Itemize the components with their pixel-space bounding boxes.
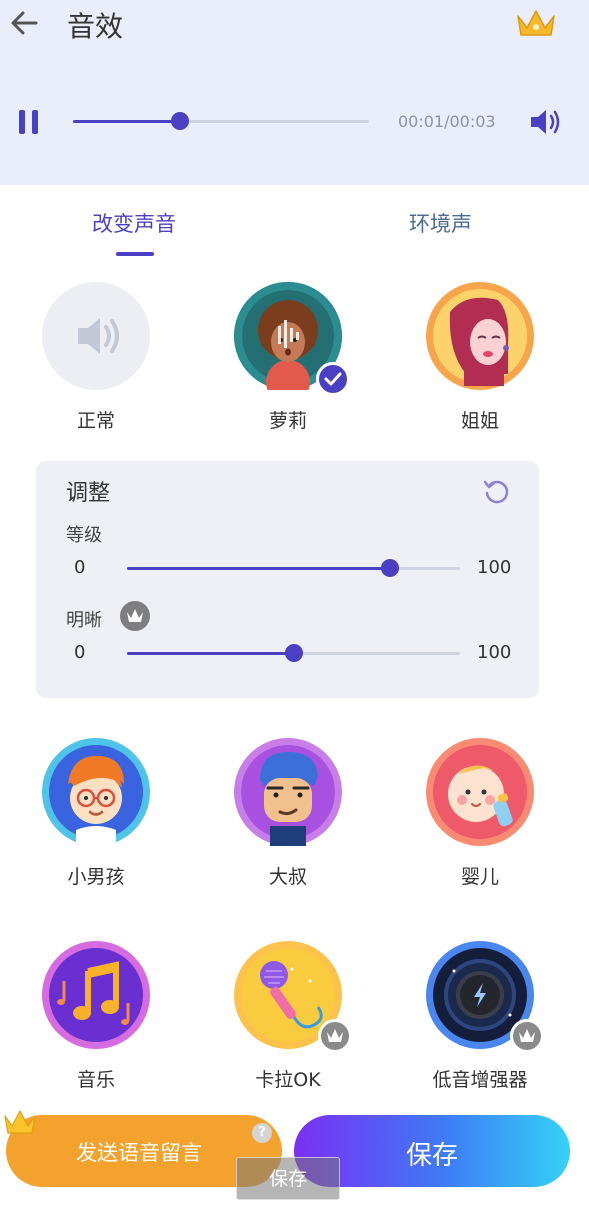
page-title: 音效 — [67, 10, 124, 43]
sister-avatar — [426, 282, 534, 390]
adjust-title: 调整 — [66, 481, 111, 506]
voice-option-normal[interactable]: 正常 — [40, 282, 152, 433]
voice-option-little-boy[interactable]: 小男孩 — [40, 738, 152, 889]
voice-option-bass-booster[interactable]: 低音增强器 — [424, 941, 544, 1092]
voice-option-loli[interactable]: 萝莉 — [232, 282, 350, 433]
playback-time: 00:01/00:03 — [398, 112, 496, 131]
speaker-icon — [42, 282, 150, 390]
music-avatar — [42, 941, 150, 1049]
premium-crown-icon — [510, 1019, 544, 1053]
volume-icon[interactable] — [528, 106, 562, 138]
bass-avatar — [426, 941, 544, 1053]
playback-thumb[interactable] — [170, 112, 189, 130]
level-slider-thumb[interactable] — [381, 559, 400, 577]
level-min: 0 — [74, 557, 86, 578]
level-slider[interactable] — [127, 559, 460, 577]
level-slider-fill — [127, 567, 391, 570]
back-arrow-icon[interactable] — [8, 6, 42, 40]
voice-option-label: 大叔 — [268, 866, 307, 888]
voice-option-label: 低音增强器 — [432, 1069, 528, 1091]
premium-crown-icon — [318, 1019, 352, 1053]
clarity-min: 0 — [74, 642, 86, 663]
premium-crown-icon — [120, 601, 150, 631]
uncle-avatar — [234, 738, 342, 846]
send-voice-message-label: 发送语音留言 — [76, 1141, 202, 1165]
save-toast: 保存 — [236, 1157, 340, 1200]
voice-option-label: 卡拉OK — [255, 1069, 321, 1091]
reset-icon[interactable] — [482, 477, 510, 505]
baby-avatar — [426, 738, 534, 846]
clarity-slider-fill — [127, 652, 294, 655]
clarity-slider-thumb[interactable] — [284, 644, 303, 662]
crown-icon — [4, 1110, 36, 1134]
adjust-panel: 调整 等级 0 100 明晰 0 100 — [36, 461, 539, 698]
active-tab-indicator — [116, 252, 154, 256]
boy-avatar — [42, 738, 150, 846]
tab-change-voice[interactable]: 改变声音 — [92, 208, 176, 238]
player-header: 音效 00:01/00:03 — [0, 0, 589, 185]
loli-avatar — [234, 282, 350, 396]
selected-check-icon — [316, 362, 350, 396]
voice-option-label: 姐姐 — [460, 410, 499, 432]
voice-option-sister[interactable]: 姐姐 — [424, 282, 536, 433]
voice-option-baby[interactable]: 婴儿 — [424, 738, 536, 889]
pause-icon[interactable] — [16, 108, 42, 136]
voice-option-label: 音乐 — [76, 1069, 115, 1091]
clarity-label: 明晰 — [66, 610, 102, 631]
karaoke-avatar — [234, 941, 352, 1053]
voice-option-label: 婴儿 — [460, 866, 499, 888]
level-max: 100 — [477, 557, 512, 578]
help-icon[interactable]: ? — [252, 1123, 272, 1143]
clarity-slider[interactable] — [127, 644, 460, 662]
voice-option-music[interactable]: 音乐 — [40, 941, 152, 1092]
playback-progress-slider[interactable] — [73, 112, 369, 130]
voice-option-label: 小男孩 — [67, 866, 125, 888]
voice-option-label: 正常 — [76, 410, 115, 432]
playback-progress-fill — [73, 120, 180, 123]
tab-ambient-sound[interactable]: 环境声 — [409, 208, 472, 238]
voice-option-karaoke[interactable]: 卡拉OK — [232, 941, 352, 1092]
level-label: 等级 — [66, 525, 102, 546]
crown-icon[interactable] — [514, 6, 558, 40]
clarity-max: 100 — [477, 642, 512, 663]
voice-option-uncle[interactable]: 大叔 — [232, 738, 344, 889]
voice-option-label: 萝莉 — [268, 410, 307, 432]
